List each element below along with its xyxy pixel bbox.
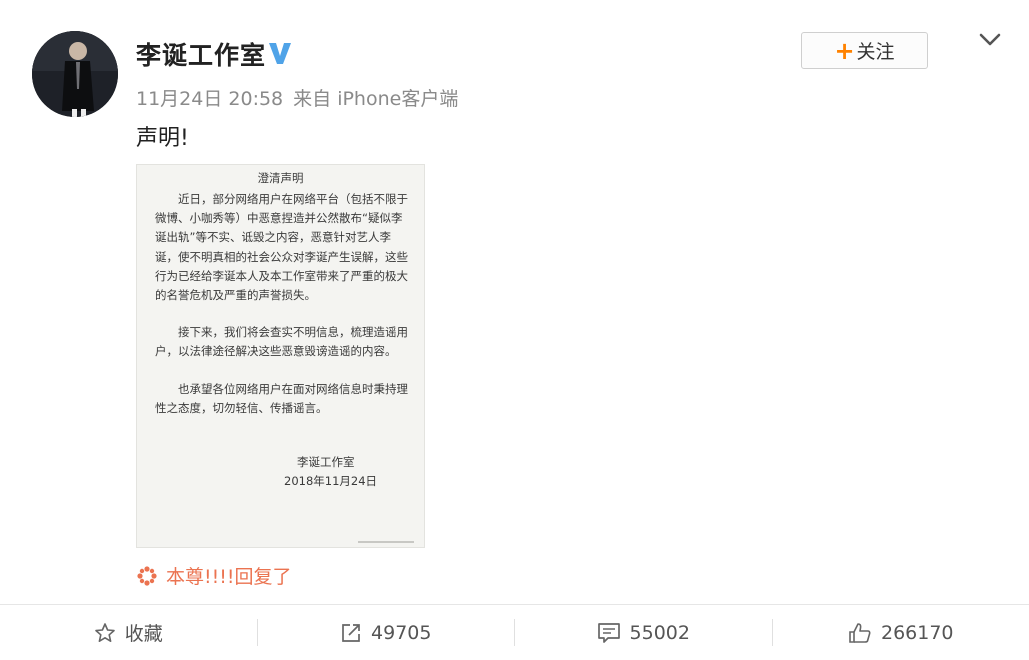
avatar[interactable] <box>32 31 118 117</box>
comment-icon <box>597 622 620 643</box>
reply-text: 本尊!!!!回复了 <box>166 566 292 588</box>
repost-count: 49705 <box>371 621 432 644</box>
plus-icon: + <box>834 36 855 65</box>
flower-icon <box>137 565 157 586</box>
favorite-button[interactable]: 收藏 <box>0 619 258 646</box>
verified-icon <box>269 43 291 64</box>
statement-image[interactable]: 澄清声明 近日，部分网络用户在网络平台（包括不限于微博、小咖秀等）中恶意捏造并公… <box>136 164 425 548</box>
watermark-icon <box>358 541 414 543</box>
repost-icon <box>342 623 360 642</box>
statement-paragraph-3: 也承望各位网络用户在面对网络信息时秉持理性之态度，切勿轻信、传播谣言。 <box>155 382 408 416</box>
statement-title: 澄清声明 <box>257 171 304 185</box>
statement-paragraph-1: 近日，部分网络用户在网络平台（包括不限于微博、小咖秀等）中恶意捏造并公然散布“疑… <box>155 192 408 303</box>
follow-button[interactable]: + 关注 <box>801 32 928 69</box>
post-timestamp[interactable]: 11月24日 20:58 <box>136 88 283 110</box>
repost-button[interactable]: 49705 <box>258 619 515 646</box>
statement-date: 2018年11月24日 <box>284 474 378 488</box>
like-count: 266170 <box>880 621 954 644</box>
chevron-down-icon[interactable] <box>978 30 1002 50</box>
comment-button[interactable]: 55002 <box>515 619 773 646</box>
post-text: 声明! <box>136 126 189 151</box>
star-icon <box>94 622 115 642</box>
statement-signature: 李诞工作室 <box>297 455 355 469</box>
like-button[interactable]: 266170 <box>773 619 1029 646</box>
favorite-label: 收藏 <box>124 623 163 645</box>
author-name[interactable]: 李诞工作室 <box>136 36 266 72</box>
comment-count: 55002 <box>629 621 690 644</box>
weibo-post: 李诞工作室 11月24日 20:58 来自 iPhone客户端 + 关注 声明! … <box>0 0 1029 660</box>
post-meta: 11月24日 20:58 来自 iPhone客户端 <box>136 84 458 111</box>
action-bar: 收藏 49705 55002 266170 <box>0 604 1029 660</box>
like-icon <box>849 622 871 643</box>
post-source: 来自 iPhone客户端 <box>293 88 459 110</box>
statement-paragraph-2: 接下来，我们将会查实不明信息，梳理造谣用户，以法律途径解决这些恶意毁谤造谣的内容… <box>155 325 408 359</box>
author-reply-link[interactable]: 本尊!!!!回复了 <box>136 562 291 589</box>
follow-label: 关注 <box>856 41 895 63</box>
